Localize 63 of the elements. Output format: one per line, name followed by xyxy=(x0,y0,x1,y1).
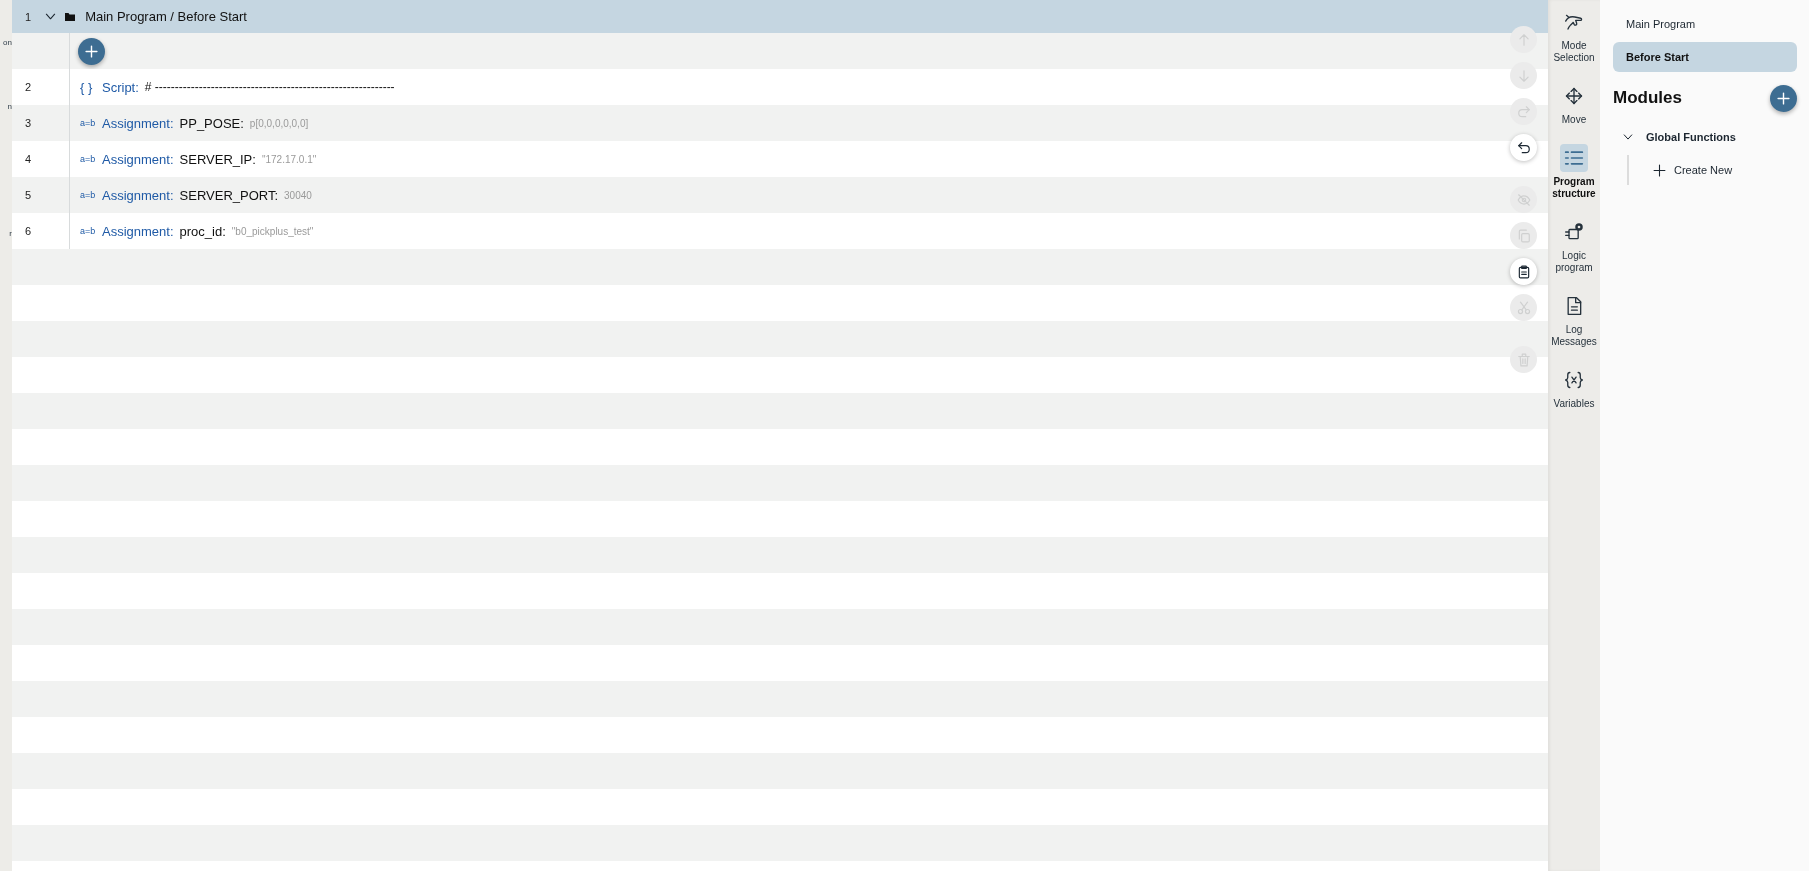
arrow-up-icon xyxy=(1516,32,1531,47)
nav-button[interactable]: Move xyxy=(1548,82,1600,126)
statement-type: Assignment: xyxy=(102,151,174,167)
statement-type: Assignment: xyxy=(102,223,174,239)
variable-icon xyxy=(1564,370,1584,390)
create-new-button[interactable]: Create New xyxy=(1629,159,1733,181)
trash-icon xyxy=(1516,352,1531,367)
clipboard-icon xyxy=(1516,264,1531,279)
variable-name: proc_id: xyxy=(179,223,226,239)
cut-label: n xyxy=(7,102,12,112)
cut-label: r xyxy=(9,229,12,239)
nav-button[interactable]: Logic program xyxy=(1548,218,1600,274)
nav-button[interactable]: Program structure xyxy=(1548,144,1600,200)
arrow-down-icon xyxy=(1516,68,1531,83)
add-module-button[interactable] xyxy=(1770,84,1797,112)
statement-type: Assignment: xyxy=(102,115,174,131)
assignment-icon: a=b xyxy=(80,190,98,200)
variable-name: PP_POSE: xyxy=(179,115,244,131)
assigned-value: p[0,0,0,0,0,0] xyxy=(249,117,309,129)
nav-button[interactable]: Mode Selection xyxy=(1548,8,1600,64)
nav-button[interactable]: Variables xyxy=(1548,366,1600,410)
plus-icon xyxy=(1653,163,1666,177)
section-item[interactable]: Before Start xyxy=(1613,42,1797,72)
assigned-value: "172.17.0.1" xyxy=(261,153,317,165)
list-icon xyxy=(1560,144,1588,172)
statement-type: Assignment: xyxy=(102,187,174,203)
four-arrows-icon xyxy=(1564,86,1584,106)
chevron-down-icon[interactable] xyxy=(45,11,57,22)
program-row[interactable]: 5 a=b Assignment: SERVER_PORT: 30040 xyxy=(12,177,1548,213)
plus-icon xyxy=(1777,91,1790,105)
hand-icon xyxy=(1564,12,1584,32)
assignment-icon: a=b xyxy=(80,154,98,164)
modules-heading: Modules xyxy=(1613,88,1682,108)
cut-label: on xyxy=(3,38,12,48)
module-icon xyxy=(1564,222,1584,242)
line-number: 1 xyxy=(25,10,32,23)
line-number: 6 xyxy=(25,225,32,237)
breadcrumb-title: Main Program / Before Start xyxy=(85,9,247,24)
assigned-value: "b0_pickplus_test" xyxy=(231,225,314,237)
scissors-icon xyxy=(1516,300,1531,315)
copy-icon xyxy=(1516,228,1531,243)
tree-item[interactable]: Global Functions xyxy=(1613,123,1736,151)
assignment-icon: a=b xyxy=(80,118,98,128)
undo-icon xyxy=(1516,140,1531,155)
add-step-button[interactable] xyxy=(78,37,105,65)
variable-name: SERVER_PORT: xyxy=(179,187,279,203)
line-number: 2 xyxy=(25,81,32,93)
script-code: # ------------------------------------------------------------ xyxy=(144,80,395,94)
assignment-icon: a=b xyxy=(80,226,98,236)
plus-icon xyxy=(85,44,98,58)
statement-type: Script: xyxy=(102,79,139,95)
assigned-value: 30040 xyxy=(284,189,312,201)
line-number: 4 xyxy=(25,153,32,165)
folder-icon xyxy=(64,10,77,23)
redo-icon xyxy=(1516,104,1531,119)
variable-name: SERVER_IP: xyxy=(179,151,256,167)
nav-button[interactable]: Log Messages xyxy=(1548,292,1600,348)
braces-icon: { } xyxy=(80,79,98,95)
section-item[interactable]: Main Program xyxy=(1613,9,1797,39)
program-row[interactable]: 3 a=b Assignment: PP_POSE: p[0,0,0,0,0,0] xyxy=(12,105,1548,141)
eye-slash-icon xyxy=(1516,192,1531,207)
line-number: 3 xyxy=(25,117,32,129)
line-number: 5 xyxy=(25,189,32,201)
